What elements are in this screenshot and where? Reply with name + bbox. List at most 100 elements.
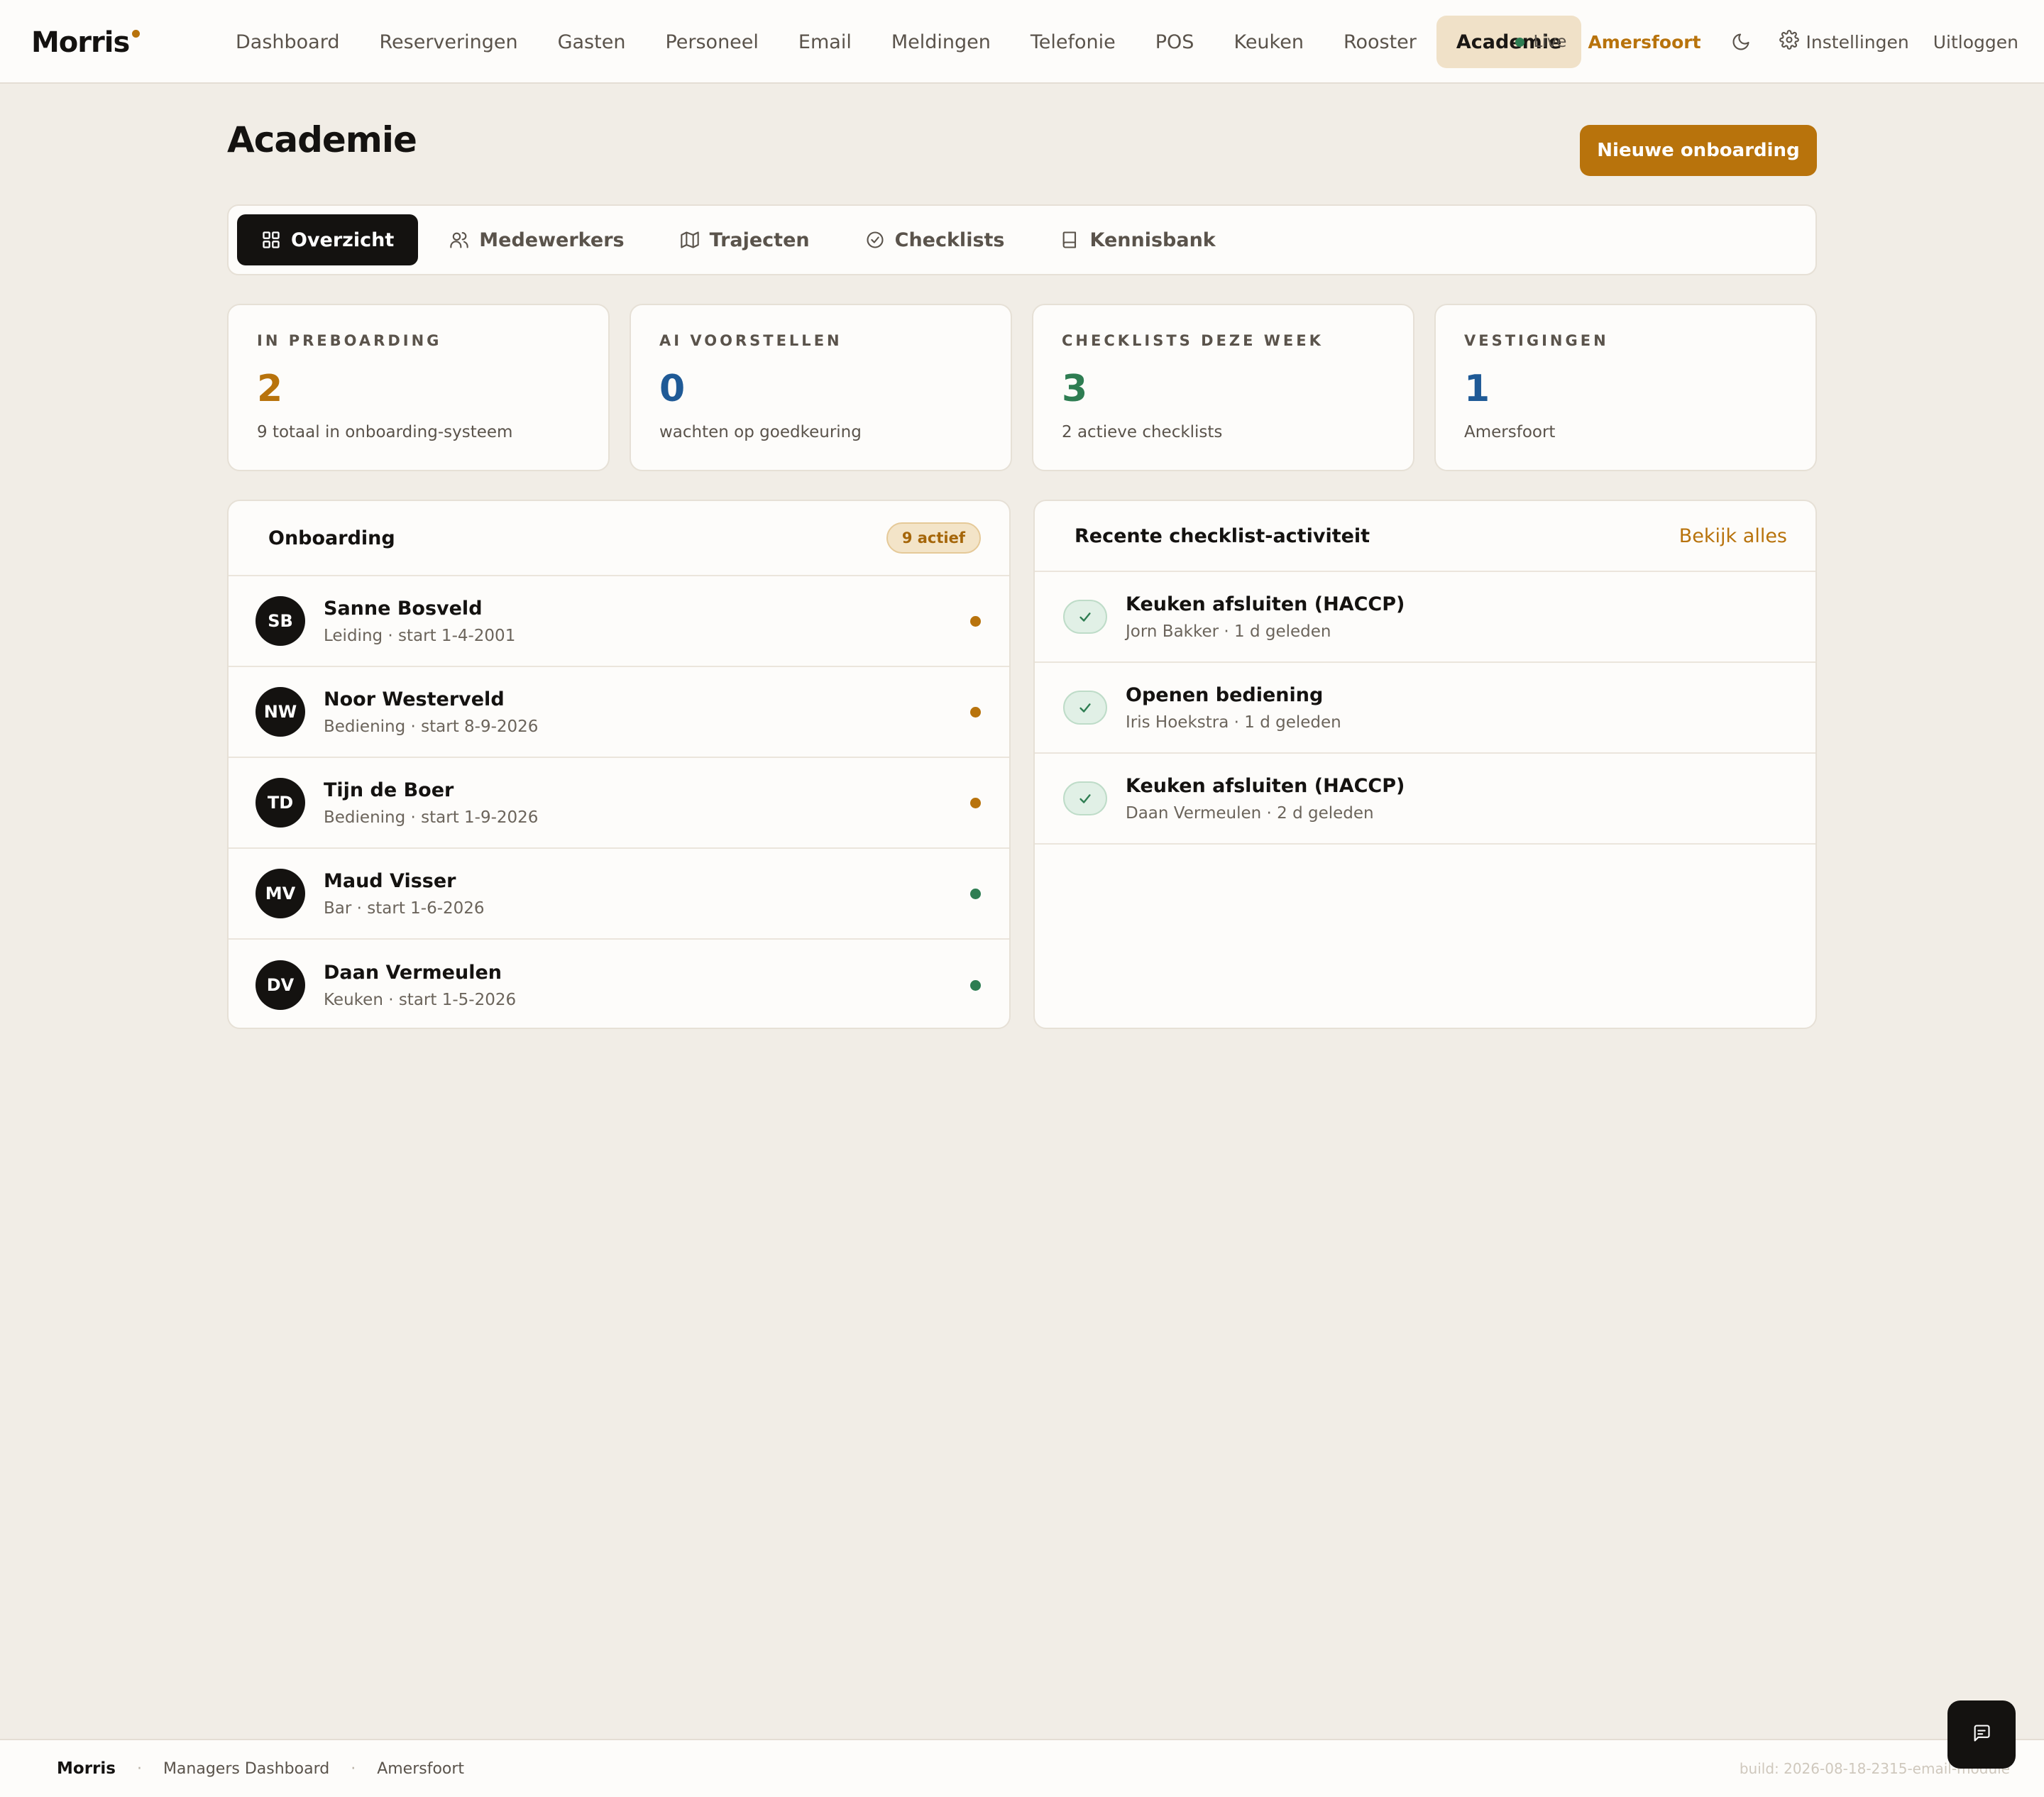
onboarding-title: Onboarding: [268, 527, 395, 549]
employee-meta: Bediening · start 1-9-2026: [324, 808, 539, 827]
onboarding-row[interactable]: TD Tijn de Boer Bediening · start 1-9-2026: [229, 758, 1009, 849]
nav-item-keuken[interactable]: Keuken: [1214, 16, 1323, 68]
status-dot-icon: [970, 797, 981, 808]
onboarding-panel: Onboarding 9 actief SB Sanne Bosveld Leidi…: [227, 500, 1011, 1029]
nav-right: Live Amersfoort Instellingen Uitloggen: [1515, 16, 2018, 68]
stat-card: VESTIGINGEN 1 Amersfoort: [1434, 304, 1817, 471]
logout-button[interactable]: Uitloggen: [1933, 32, 2018, 53]
row-text: Keuken afsluiten (HACCP) Daan Vermeulen ·…: [1126, 775, 1787, 823]
nav-item-meldingen[interactable]: Meldingen: [872, 16, 1011, 68]
checkmark-icon: [1063, 691, 1107, 725]
footer-separator: ·: [136, 1759, 142, 1778]
stat-label: IN PREBOARDING: [257, 332, 442, 349]
stat-subtext: Amersfoort: [1464, 423, 1556, 441]
grid-icon: [261, 230, 291, 250]
stat-label: AI VOORSTELLEN: [659, 332, 842, 349]
checklist-title: Keuken afsluiten (HACCP): [1126, 774, 1405, 797]
checklist-meta: Jorn Bakker · 1 d geleden: [1126, 622, 1331, 641]
activity-row[interactable]: Openen bediening Iris Hoekstra · 1 d gele…: [1035, 663, 1815, 754]
nav-item-pos[interactable]: POS: [1136, 16, 1214, 68]
row-text: Maud Visser Bar · start 1-6-2026: [324, 870, 970, 918]
message-icon: [1972, 1723, 1991, 1746]
live-indicator: Live: [1515, 33, 1566, 51]
onboarding-list: SB Sanne Bosveld Leiding · start 1-4-2001 N…: [229, 576, 1009, 1028]
users-icon: [449, 230, 479, 250]
stat-card: AI VOORSTELLEN 0 wachten op goedkeuring: [630, 304, 1012, 471]
row-text: Noor Westerveld Bediening · start 8-9-202…: [324, 688, 970, 736]
row-text: Tijn de Boer Bediening · start 1-9-2026: [324, 779, 970, 827]
nav-item-email[interactable]: Email: [779, 16, 872, 68]
new-onboarding-button[interactable]: Nieuwe onboarding: [1580, 125, 1817, 176]
activity-row[interactable]: Keuken afsluiten (HACCP) Daan Vermeulen ·…: [1035, 754, 1815, 845]
tab-label: Trajecten: [709, 229, 810, 251]
onboarding-row[interactable]: SB Sanne Bosveld Leiding · start 1-4-2001: [229, 576, 1009, 667]
footer-brand: Morris: [57, 1759, 116, 1778]
footer-separator: ·: [351, 1759, 356, 1778]
nav-item-gasten[interactable]: Gasten: [538, 16, 646, 68]
row-text: Openen bediening Iris Hoekstra · 1 d gele…: [1126, 684, 1787, 732]
tab-checklists[interactable]: Checklists: [841, 214, 1029, 265]
tab-label: Medewerkers: [479, 229, 625, 251]
top-navigation: Morris Dashboard Reserveringen Gasten Perso…: [0, 0, 2044, 84]
employee-meta: Keuken · start 1-5-2026: [324, 990, 517, 1009]
onboarding-row[interactable]: DV Daan Vermeulen Keuken · start 1-5-2026: [229, 940, 1009, 1028]
avatar: SB: [256, 596, 305, 646]
check-circle-icon: [865, 230, 895, 250]
location-selector[interactable]: Amersfoort: [1588, 32, 1700, 53]
tab-trajecten[interactable]: Trajecten: [656, 214, 834, 265]
onboarding-row[interactable]: MV Maud Visser Bar · start 1-6-2026: [229, 849, 1009, 940]
stat-cards: IN PREBOARDING 2 9 totaal in onboarding-sy…: [227, 304, 1817, 471]
employee-name: Sanne Bosveld: [324, 597, 483, 620]
map-icon: [680, 230, 710, 250]
status-dot-icon: [970, 888, 981, 899]
nav-item-dashboard[interactable]: Dashboard: [216, 16, 359, 68]
stat-value: 0: [659, 368, 686, 410]
tab-kennisbank[interactable]: Kennisbank: [1036, 214, 1240, 265]
nav-item-rooster[interactable]: Rooster: [1324, 16, 1436, 68]
onboarding-header: Onboarding 9 actief: [229, 501, 1009, 576]
view-all-link[interactable]: Bekijk alles: [1679, 525, 1787, 547]
stat-card: CHECKLISTS DEZE WEEK 3 2 actieve checklist…: [1032, 304, 1414, 471]
book-icon: [1060, 230, 1090, 250]
onboarding-row[interactable]: NW Noor Westerveld Bediening · start 8-9-2…: [229, 667, 1009, 758]
page-title: Academie: [227, 119, 417, 160]
stat-subtext: wachten op goedkeuring: [659, 423, 862, 441]
stat-value: 3: [1062, 368, 1088, 410]
stat-subtext: 9 totaal in onboarding-systeem: [257, 423, 513, 441]
tab-medewerkers[interactable]: Medewerkers: [425, 214, 648, 265]
settings-button[interactable]: Instellingen: [1779, 30, 1909, 54]
avatar: NW: [256, 687, 305, 737]
avatar: DV: [256, 960, 305, 1010]
avatar: MV: [256, 869, 305, 918]
stat-subtext: 2 actieve checklists: [1062, 423, 1223, 441]
employee-name: Maud Visser: [324, 869, 456, 892]
activity-title: Recente checklist-activiteit: [1075, 524, 1370, 547]
activity-list: Keuken afsluiten (HACCP) Jorn Bakker · 1 …: [1035, 572, 1815, 845]
stat-card: IN PREBOARDING 2 9 totaal in onboarding-sy…: [227, 304, 610, 471]
activity-row[interactable]: Keuken afsluiten (HACCP) Jorn Bakker · 1 …: [1035, 572, 1815, 663]
stat-value: 1: [1464, 368, 1490, 410]
employee-name: Tijn de Boer: [324, 779, 454, 801]
nav-item-personeel[interactable]: Personeel: [645, 16, 778, 68]
tab-label: Kennisbank: [1089, 229, 1216, 251]
checkmark-icon: [1063, 781, 1107, 815]
employee-meta: Bediening · start 8-9-2026: [324, 717, 539, 736]
employee-name: Daan Vermeulen: [324, 961, 502, 984]
gear-icon: [1779, 30, 1806, 54]
tab-overzicht[interactable]: Overzicht: [237, 214, 419, 265]
row-text: Daan Vermeulen Keuken · start 1-5-2026: [324, 962, 970, 1009]
footer-section: Managers Dashboard: [163, 1759, 330, 1778]
avatar: TD: [256, 778, 305, 828]
chat-button[interactable]: [1947, 1700, 2016, 1769]
row-text: Keuken afsluiten (HACCP) Jorn Bakker · 1 …: [1126, 593, 1787, 641]
nav-item-reserveringen[interactable]: Reserveringen: [359, 16, 537, 68]
logo[interactable]: Morris: [31, 26, 141, 60]
nav-item-telefonie[interactable]: Telefonie: [1011, 16, 1136, 68]
live-label: Live: [1533, 33, 1567, 51]
moon-icon[interactable]: [1731, 32, 1751, 52]
active-count-badge: 9 actief: [886, 522, 981, 554]
status-dot-icon: [970, 615, 981, 627]
logo-text: Morris: [31, 26, 130, 59]
checklist-title: Keuken afsluiten (HACCP): [1126, 593, 1405, 615]
employee-meta: Bar · start 1-6-2026: [324, 898, 485, 918]
